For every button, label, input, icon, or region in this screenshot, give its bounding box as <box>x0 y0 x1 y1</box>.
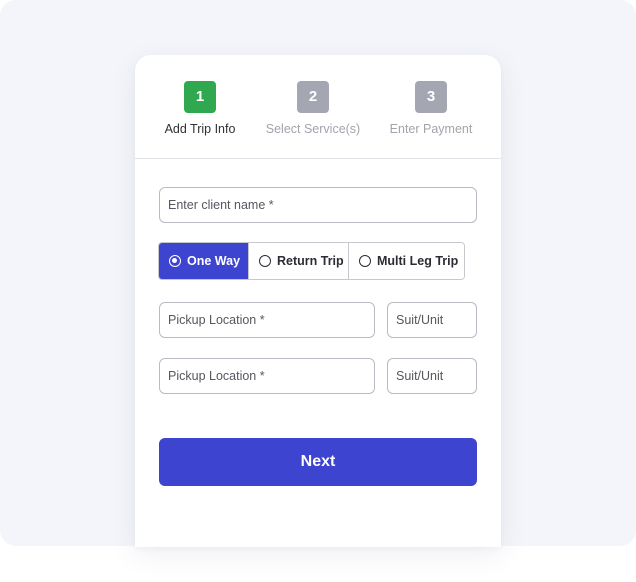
trip-type-selector: One Way Return Trip Multi Leg Trip <box>158 242 465 280</box>
radio-unchecked-icon <box>259 255 271 267</box>
pickup-location-input[interactable] <box>159 302 375 338</box>
step-number-badge: 2 <box>297 81 329 113</box>
trip-option-label: One Way <box>187 254 241 268</box>
step-select-services: 2 Select Service(s) <box>253 81 373 136</box>
trip-option-label: Multi Leg Trip <box>377 254 459 268</box>
radio-unchecked-icon <box>359 255 371 267</box>
step-label: Select Service(s) <box>265 122 361 136</box>
step-add-trip-info: 1 Add Trip Info <box>140 81 260 136</box>
trip-option-multi-leg-trip[interactable]: Multi Leg Trip <box>348 243 464 279</box>
suite-unit-input[interactable] <box>387 302 477 338</box>
step-enter-payment: 3 Enter Payment <box>371 81 491 136</box>
step-number-badge: 3 <box>415 81 447 113</box>
suite-unit-input-2[interactable] <box>387 358 477 394</box>
trip-option-one-way[interactable]: One Way <box>159 243 248 279</box>
trip-form-card: 1 Add Trip Info 2 Select Service(s) 3 En… <box>135 55 501 547</box>
radio-checked-icon <box>169 255 181 267</box>
stepper: 1 Add Trip Info 2 Select Service(s) 3 En… <box>135 55 501 159</box>
step-number-badge: 1 <box>184 81 216 113</box>
trip-option-return-trip[interactable]: Return Trip <box>248 243 348 279</box>
step-label: Add Trip Info <box>164 122 236 136</box>
step-label: Enter Payment <box>389 122 473 136</box>
trip-option-label: Return Trip <box>277 254 344 268</box>
client-name-input[interactable] <box>159 187 477 223</box>
next-button[interactable]: Next <box>159 438 477 486</box>
pickup-location-input-2[interactable] <box>159 358 375 394</box>
